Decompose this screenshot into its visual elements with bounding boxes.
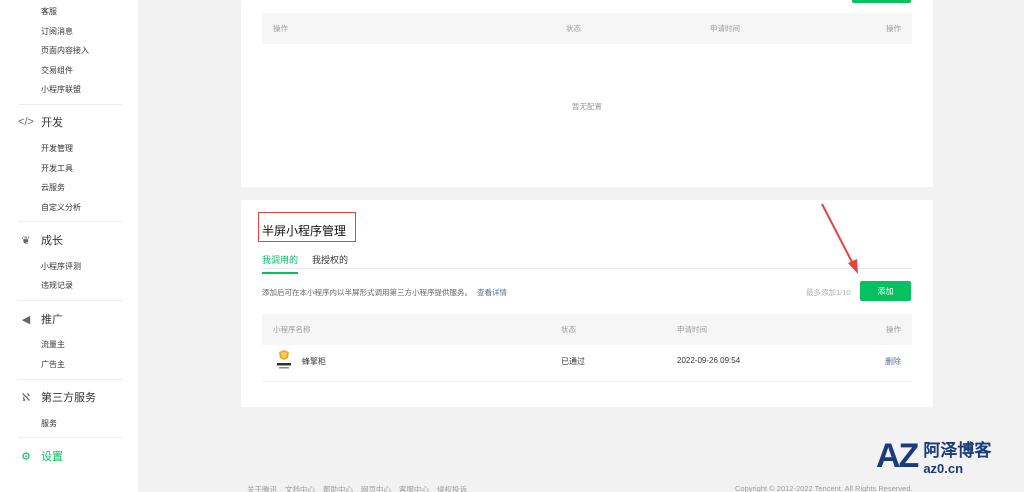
- description-text: 添加后可在本小程序内以半屏形式调用第三方小程序提供服务。: [262, 288, 472, 297]
- footer-link[interactable]: 侵权投诉: [437, 484, 467, 492]
- sidebar-group-label: 开发: [41, 117, 63, 129]
- footer-link[interactable]: 帮助中心: [323, 484, 353, 492]
- footer-links: 关于腾讯 文档中心 帮助中心 网页中心 客服中心 侵权投诉: [247, 484, 467, 492]
- sidebar-item-review[interactable]: 小程序评测: [41, 261, 81, 272]
- add-button[interactable]: 添加: [860, 281, 911, 301]
- watermark-az: AZ: [876, 436, 919, 475]
- app-logo-icon: [277, 350, 291, 369]
- sidebar-group-third-party[interactable]: ℵ 第三方服务: [18, 389, 96, 405]
- table-row: 蜂擎柜 已通过 2022-09-26 09:54 删除: [262, 340, 912, 382]
- gear-icon: ⚙: [21, 450, 31, 463]
- sidebar-item-traffic[interactable]: 流量主: [41, 339, 65, 350]
- sidebar-group-settings[interactable]: ⚙ 设置: [18, 448, 63, 464]
- tab-authorized[interactable]: 我授权的: [312, 253, 348, 274]
- tab-bar: 我调用的 我授权的: [262, 253, 348, 274]
- sidebar-divider: [18, 104, 123, 105]
- sidebar-item-subscribe-messages[interactable]: 订阅消息: [41, 26, 73, 37]
- sidebar-group-dev[interactable]: </> 开发: [18, 114, 63, 130]
- col-header-status: 状态: [561, 325, 576, 334]
- col-header: 申请时间: [710, 24, 740, 33]
- limit-text: 最多添加1/10: [806, 288, 851, 297]
- sidebar-group-label: 设置: [41, 451, 63, 463]
- col-header: 操作: [886, 24, 901, 33]
- app-status: 已通过: [561, 357, 585, 366]
- highlight-box: [258, 212, 356, 242]
- footer-link[interactable]: 关于腾讯: [247, 484, 277, 492]
- tab-divider: [262, 268, 912, 269]
- app-name: 蜂擎柜: [302, 357, 326, 366]
- footer-copyright: Copyright © 2012-2022 Tencent. All Right…: [735, 484, 913, 492]
- sidebar-group-label: 推广: [41, 314, 63, 326]
- watermark-url: az0.cn: [923, 461, 964, 476]
- app-time: 2022-09-26 09:54: [677, 356, 741, 365]
- sidebar: 客服 订阅消息 页面内容接入 交易组件 小程序联盟 </> 开发 开发管理 开发…: [0, 0, 138, 492]
- sidebar-group-label: 第三方服务: [41, 392, 96, 404]
- footer-link[interactable]: 文档中心: [285, 484, 315, 492]
- sidebar-divider: [18, 379, 123, 380]
- sidebar-item-page-content[interactable]: 页面内容接入: [41, 45, 89, 56]
- third-party-icon: ℵ: [21, 391, 31, 404]
- sidebar-item-cloud[interactable]: 云服务: [41, 182, 65, 193]
- col-header: 操作: [273, 24, 288, 33]
- col-header: 状态: [566, 24, 581, 33]
- megaphone-icon: ◀: [21, 313, 31, 326]
- footer-link[interactable]: 网页中心: [361, 484, 391, 492]
- sidebar-item-service[interactable]: 服务: [41, 418, 57, 429]
- sidebar-item-advertiser[interactable]: 广告主: [41, 359, 65, 370]
- config-table-header: 操作 状态 申请时间 操作: [262, 13, 912, 44]
- sidebar-item-violations[interactable]: 违规记录: [41, 280, 73, 291]
- empty-text: 暂无配置: [572, 102, 602, 111]
- tab-called[interactable]: 我调用的: [262, 253, 299, 274]
- description: 添加后可在本小程序内以半屏形式调用第三方小程序提供服务。 查看详情: [262, 287, 507, 298]
- sidebar-item-custom-analysis[interactable]: 自定义分析: [41, 202, 81, 213]
- sidebar-item-dev-tools[interactable]: 开发工具: [41, 163, 73, 174]
- sidebar-group-promotion[interactable]: ◀ 推广: [18, 311, 63, 327]
- detail-link[interactable]: 查看详情: [477, 288, 507, 297]
- col-header-name: 小程序名称: [273, 325, 311, 334]
- sidebar-item-dev-manage[interactable]: 开发管理: [41, 143, 73, 154]
- col-header-time: 申请时间: [677, 325, 707, 334]
- top-add-button-edge[interactable]: [852, 0, 911, 3]
- sidebar-item-trade-component[interactable]: 交易组件: [41, 65, 73, 76]
- sidebar-divider: [18, 300, 123, 301]
- sidebar-divider: [18, 221, 123, 222]
- code-icon: </>: [18, 116, 34, 128]
- footer-link[interactable]: 客服中心: [399, 484, 429, 492]
- sidebar-divider: [18, 437, 123, 438]
- watermark-logo: AZ 阿泽博客 az0.cn: [876, 436, 992, 477]
- sidebar-item-alliance[interactable]: 小程序联盟: [41, 84, 81, 95]
- sidebar-item-customer-service[interactable]: 客服: [41, 6, 57, 17]
- sidebar-group-growth[interactable]: ❦ 成长: [18, 232, 63, 248]
- watermark-name: 阿泽博客: [923, 441, 992, 460]
- sidebar-group-label: 成长: [41, 235, 63, 247]
- delete-link[interactable]: 删除: [885, 356, 901, 367]
- growth-icon: ❦: [21, 234, 31, 247]
- col-header-action: 操作: [886, 325, 901, 334]
